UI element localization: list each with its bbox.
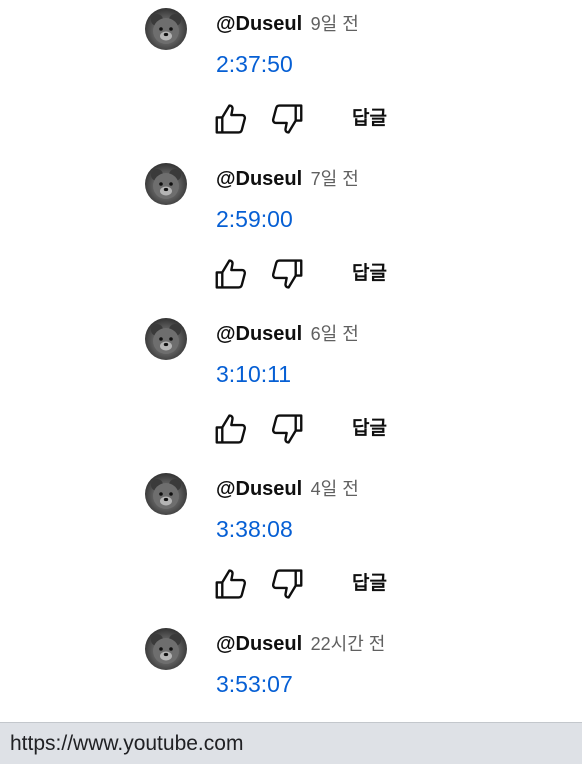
comment-time[interactable]: 7일 전 — [311, 169, 359, 189]
author-name[interactable]: @Duseul — [216, 13, 302, 35]
timestamp-link[interactable]: 2:37:50 — [216, 50, 293, 78]
author-name[interactable]: @Duseul — [216, 323, 302, 345]
reply-button[interactable]: 답글 — [352, 414, 387, 444]
author-name[interactable]: @Duseul — [216, 168, 302, 190]
comment-time[interactable]: 6일 전 — [311, 324, 359, 344]
comment-time[interactable]: 9일 전 — [311, 14, 359, 34]
comment-actions: 답글 — [212, 565, 452, 605]
teddy-bear-avatar-icon — [151, 479, 181, 509]
thumbs-up-icon — [215, 104, 247, 134]
avatar[interactable] — [145, 318, 187, 360]
author-name[interactable]: @Duseul — [216, 633, 302, 655]
thumbs-down-icon — [271, 259, 303, 289]
avatar[interactable] — [145, 473, 187, 515]
dislike-button[interactable] — [268, 255, 306, 293]
like-button[interactable] — [212, 100, 250, 138]
comment-actions: 답글 — [212, 255, 452, 295]
thumbs-up-icon — [215, 259, 247, 289]
comment-item: @Duseul 6일 전 3:10:11 답글 — [0, 310, 582, 465]
reply-button[interactable]: 답글 — [352, 569, 387, 599]
thumbs-down-icon — [271, 414, 303, 444]
timestamp-link[interactable]: 3:38:08 — [216, 515, 293, 543]
reply-button[interactable]: 답글 — [352, 259, 387, 289]
comment-list-page: @Duseul 9일 전 2:37:50 답글 @Duseul 7일 전 2:5… — [0, 0, 582, 764]
timestamp-link[interactable]: 2:59:00 — [216, 205, 293, 233]
author-name[interactable]: @Duseul — [216, 478, 302, 500]
like-button[interactable] — [212, 255, 250, 293]
comment-actions: 답글 — [212, 100, 452, 140]
comment-time[interactable]: 22시간 전 — [311, 634, 386, 654]
comment-time[interactable]: 4일 전 — [311, 479, 359, 499]
teddy-bear-avatar-icon — [151, 169, 181, 199]
reply-button[interactable]: 답글 — [352, 104, 387, 134]
comment-item: @Duseul 9일 전 2:37:50 답글 — [0, 0, 582, 155]
comment-header: @Duseul 9일 전 — [216, 12, 359, 38]
timestamp-link[interactable]: 3:53:07 — [216, 670, 293, 698]
avatar[interactable] — [145, 628, 187, 670]
dislike-button[interactable] — [268, 100, 306, 138]
teddy-bear-avatar-icon — [151, 634, 181, 664]
teddy-bear-avatar-icon — [151, 324, 181, 354]
thumbs-down-icon — [271, 569, 303, 599]
thumbs-up-icon — [215, 569, 247, 599]
comment-header: @Duseul 22시간 전 — [216, 632, 385, 658]
browser-status-bar: https://www.youtube.com — [0, 722, 582, 764]
comment-header: @Duseul 7일 전 — [216, 167, 359, 193]
comment-header: @Duseul 6일 전 — [216, 322, 359, 348]
teddy-bear-avatar-icon — [151, 14, 181, 44]
dislike-button[interactable] — [268, 410, 306, 448]
thumbs-up-icon — [215, 414, 247, 444]
avatar[interactable] — [145, 163, 187, 205]
comment-item: @Duseul 4일 전 3:38:08 답글 — [0, 465, 582, 620]
status-url: https://www.youtube.com — [10, 732, 244, 755]
like-button[interactable] — [212, 410, 250, 448]
comment-header: @Duseul 4일 전 — [216, 477, 359, 503]
thumbs-down-icon — [271, 104, 303, 134]
dislike-button[interactable] — [268, 565, 306, 603]
like-button[interactable] — [212, 565, 250, 603]
timestamp-link[interactable]: 3:10:11 — [216, 360, 291, 388]
comment-actions: 답글 — [212, 410, 452, 450]
avatar[interactable] — [145, 8, 187, 50]
comment-item: @Duseul 7일 전 2:59:00 답글 — [0, 155, 582, 310]
